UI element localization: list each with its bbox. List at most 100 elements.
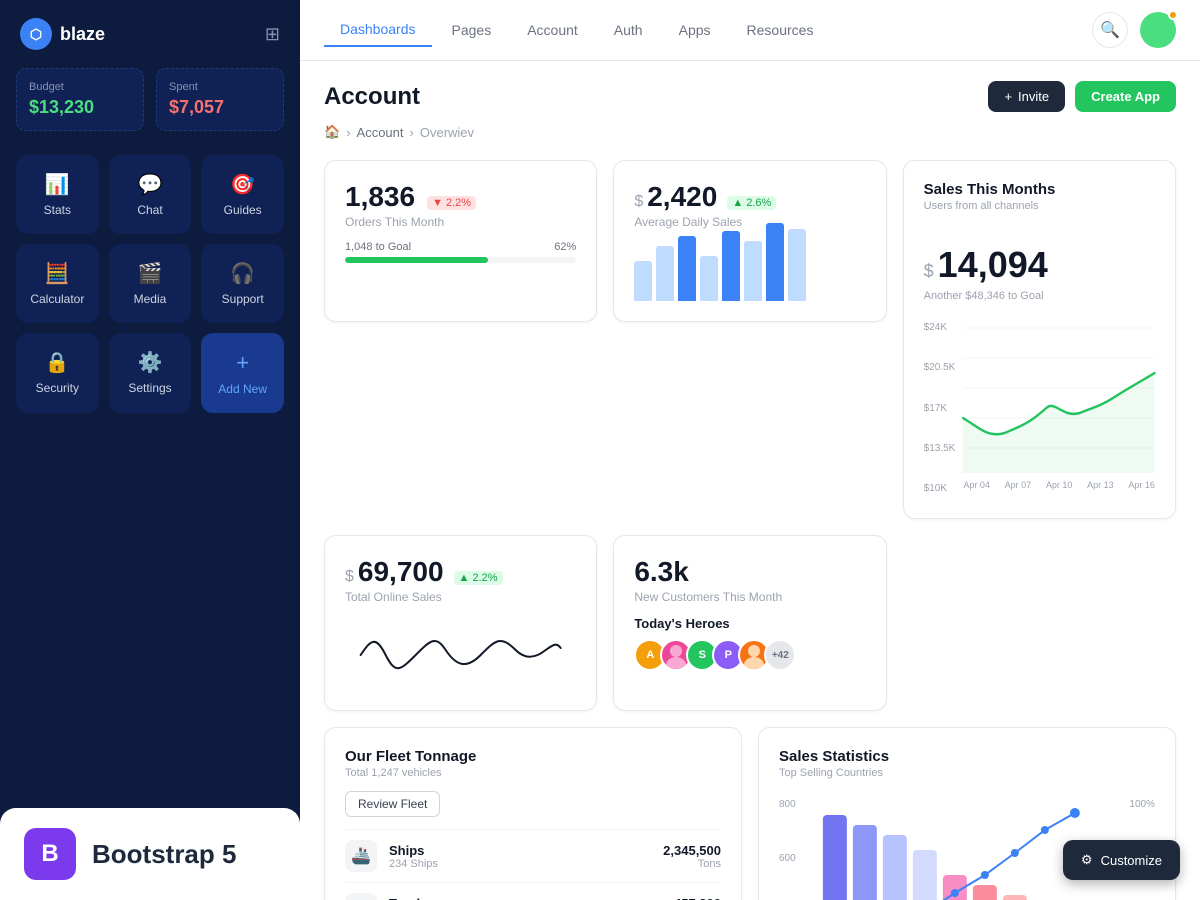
nav-auth[interactable]: Auth xyxy=(598,13,659,47)
trucks-name: Trucks xyxy=(389,896,674,900)
guides-label: Guides xyxy=(224,203,262,217)
sales-currency: $ xyxy=(924,261,934,282)
daily-sales-badge: ▲ 2.6% xyxy=(727,196,776,210)
invite-plus-icon: + xyxy=(1004,89,1012,104)
budget-value: $13,230 xyxy=(29,97,131,118)
sidebar-item-add-new[interactable]: + Add New xyxy=(201,333,284,413)
sales-month-sub: Users from all channels xyxy=(924,200,1155,212)
sidebar-item-guides[interactable]: 🎯 Guides xyxy=(201,155,284,234)
bootstrap-icon: B xyxy=(24,828,76,880)
add-new-label: Add New xyxy=(218,382,267,396)
invite-button[interactable]: + Invite xyxy=(988,81,1065,112)
sidebar: ⬡ blaze ⊞ Budget $13,230 Spent $7,057 📊 … xyxy=(0,0,300,900)
ships-name: Ships xyxy=(389,843,663,858)
notification-badge xyxy=(1168,10,1178,20)
customize-float: ⚙ Customize xyxy=(1063,840,1180,880)
ships-icon: 🚢 xyxy=(345,840,377,872)
fleet-trucks: 🚛 Trucks 1,460 Trucks 457,200 Tons xyxy=(345,882,721,900)
media-label: Media xyxy=(134,292,167,306)
sidebar-item-media[interactable]: 🎬 Media xyxy=(109,244,192,323)
total-online-label: Total Online Sales xyxy=(345,590,576,604)
orders-badge-arrow: ▼ xyxy=(432,197,443,209)
calculator-label: Calculator xyxy=(30,292,84,306)
search-button[interactable]: 🔍 xyxy=(1092,12,1128,48)
orders-progress: 1,048 to Goal 62% xyxy=(345,241,576,263)
ships-unit: Tons xyxy=(663,858,721,870)
bootstrap-badge: B Bootstrap 5 xyxy=(0,808,300,900)
avatar-count: +42 xyxy=(764,639,796,671)
customize-button[interactable]: ⚙ Customize xyxy=(1063,840,1180,880)
customers-label: New Customers This Month xyxy=(634,590,865,604)
fleet-title: Our Fleet Tonnage xyxy=(345,748,721,765)
breadcrumb-account[interactable]: Account xyxy=(357,125,404,140)
create-app-button[interactable]: Create App xyxy=(1075,81,1176,112)
bar-3 xyxy=(678,236,696,301)
header-actions: + Invite Create App xyxy=(988,81,1176,112)
wavy-chart xyxy=(345,620,576,690)
bar-2 xyxy=(656,246,674,301)
sidebar-item-settings[interactable]: ⚙️ Settings xyxy=(109,333,192,413)
sales-month-card: Sales This Months Users from all channel… xyxy=(903,160,1176,519)
sales-stats-title: Sales Statistics xyxy=(779,748,1155,765)
customers-value: 6.3k xyxy=(634,556,865,588)
daily-sales-currency: $ xyxy=(634,193,643,211)
daily-sales-card: $ 2,420 ▲ 2.6% Average Daily Sales xyxy=(613,160,886,322)
user-avatar[interactable] xyxy=(1140,12,1176,48)
total-online-value: 69,700 xyxy=(358,556,444,588)
sidebar-menu-button[interactable]: ⊞ xyxy=(265,24,280,45)
bootstrap-label: Bootstrap 5 xyxy=(92,839,236,870)
bar-4 xyxy=(700,256,718,301)
fleet-card: Our Fleet Tonnage Total 1,247 vehicles R… xyxy=(324,727,742,900)
budget-card: Budget $13,230 xyxy=(16,68,144,131)
nav-grid: 📊 Stats 💬 Chat 🎯 Guides 🧮 Calculator 🎬 M… xyxy=(0,147,300,421)
review-fleet-button[interactable]: Review Fleet xyxy=(345,791,440,817)
total-online-badge: ▲ 2.2% xyxy=(454,571,503,585)
sidebar-item-chat[interactable]: 💬 Chat xyxy=(109,155,192,234)
stats-label: Stats xyxy=(44,203,71,217)
logo-text: blaze xyxy=(60,24,105,45)
progress-goal-text: 1,048 to Goal xyxy=(345,241,411,253)
trucks-icon: 🚛 xyxy=(345,893,377,900)
sales-goal-text: Another $48,346 to Goal xyxy=(924,290,1155,302)
chat-label: Chat xyxy=(137,203,162,217)
nav-dashboards[interactable]: Dashboards xyxy=(324,13,432,47)
orders-value: 1,836 xyxy=(345,181,415,213)
bar-5 xyxy=(722,231,740,301)
nav-resources[interactable]: Resources xyxy=(731,13,830,47)
guides-icon: 🎯 xyxy=(230,172,255,197)
nav-pages[interactable]: Pages xyxy=(436,13,508,47)
fleet-ships: 🚢 Ships 234 Ships 2,345,500 Tons xyxy=(345,829,721,882)
main-content: Dashboards Pages Account Auth Apps Resou… xyxy=(300,0,1200,900)
trucks-value: 457,200 xyxy=(674,896,721,900)
total-online-card: $ 69,700 ▲ 2.2% Total Online Sales xyxy=(324,535,597,711)
nav-account[interactable]: Account xyxy=(511,13,594,47)
sidebar-item-calculator[interactable]: 🧮 Calculator xyxy=(16,244,99,323)
security-label: Security xyxy=(36,381,79,395)
bar-7 xyxy=(766,223,784,301)
sales-y-axis: 800 600 400 200 xyxy=(779,795,796,900)
top-nav: Dashboards Pages Account Auth Apps Resou… xyxy=(300,0,1200,61)
sidebar-header: ⬡ blaze ⊞ xyxy=(0,0,300,68)
logo-icon: ⬡ xyxy=(20,18,52,50)
ships-sub: 234 Ships xyxy=(389,858,663,870)
spent-card: Spent $7,057 xyxy=(156,68,284,131)
settings-icon: ⚙️ xyxy=(138,350,163,375)
progress-bar-fill xyxy=(345,257,488,263)
daily-sales-label: Average Daily Sales xyxy=(634,215,865,229)
sidebar-item-security[interactable]: 🔒 Security xyxy=(16,333,99,413)
fleet-sub: Total 1,247 vehicles xyxy=(345,767,721,779)
nav-apps[interactable]: Apps xyxy=(663,13,727,47)
ships-value: 2,345,500 xyxy=(663,843,721,858)
nav-links: Dashboards Pages Account Auth Apps Resou… xyxy=(324,13,829,47)
orders-label: Orders This Month xyxy=(345,215,576,229)
sidebar-item-stats[interactable]: 📊 Stats xyxy=(16,155,99,234)
security-icon: 🔒 xyxy=(45,350,70,375)
sales-line-chart: $24K $20.5K $17K $13.5K $10K xyxy=(924,318,1155,498)
daily-sales-chart xyxy=(634,241,865,301)
sidebar-item-support[interactable]: 🎧 Support xyxy=(201,244,284,323)
heroes-label: Today's Heroes xyxy=(634,616,865,631)
page-content: Account + Invite Create App 🏠 › Account … xyxy=(300,61,1200,900)
settings-label: Settings xyxy=(128,381,171,395)
bar-6 xyxy=(744,241,762,301)
page-title: Account xyxy=(324,83,420,111)
